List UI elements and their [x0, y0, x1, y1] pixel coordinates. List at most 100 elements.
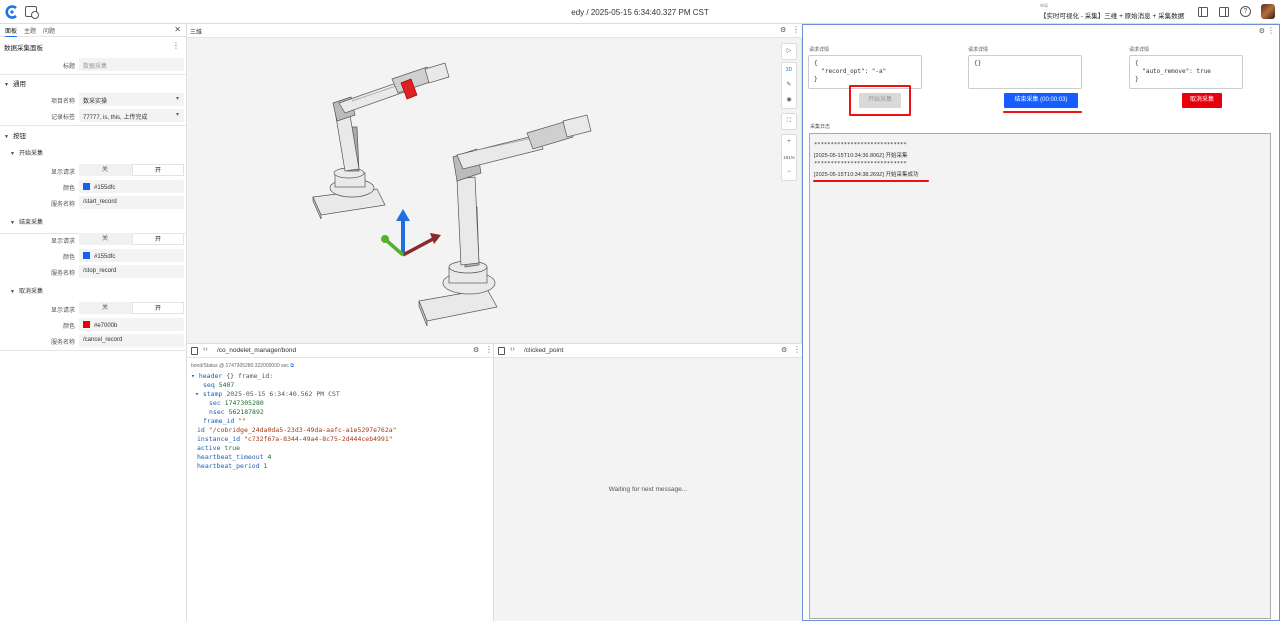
more-vertical-icon[interactable]: ⋮ [793, 345, 801, 354]
interact-tool[interactable]: ▷ [781, 43, 797, 60]
fit-view-tool[interactable]: ⛶ [781, 113, 797, 130]
chevron-down-icon: ▾ [175, 112, 179, 118]
copy-icon[interactable] [191, 347, 198, 355]
stop-request-editor[interactable]: {} [968, 55, 1082, 89]
more-vertical-icon[interactable]: ⋮ [485, 345, 493, 354]
axes-gizmo [381, 209, 441, 257]
toggle-3d-button[interactable]: 3D [782, 63, 796, 78]
project-select[interactable]: 数采实操 ▾ [79, 93, 184, 106]
chevron-down-icon[interactable]: ⌄ [1180, 9, 1186, 17]
tree-row: nsec 562187892 [209, 408, 264, 416]
show-request-toggle[interactable]: 关 开 [79, 233, 184, 245]
panel-header: ‹› /clicked_point ⚙ ⋮ [494, 344, 802, 358]
color-input[interactable]: #155dfc [79, 180, 184, 193]
title-row: 标题 数据采集 [0, 57, 187, 72]
color-row: 颜色 #155dfc [0, 248, 187, 263]
robot-arm-2 [418, 114, 592, 327]
waiting-message: Waiting for next message... [608, 486, 688, 493]
pointer-icon[interactable]: ▷ [782, 44, 796, 59]
color-swatch[interactable] [83, 321, 90, 328]
fit-view-icon[interactable]: ⛶ [782, 114, 796, 129]
show-request-row: 显示请求 关 开 [0, 301, 187, 316]
topic-input[interactable]: /co_nodelet_manager/bond [217, 347, 296, 354]
tab-topics[interactable]: 主题 [24, 26, 36, 35]
section-general[interactable]: ▼ 通用 [4, 78, 26, 88]
gear-icon[interactable]: ⚙ [781, 346, 787, 354]
request-label: 请求详情 [968, 47, 989, 53]
show-request-toggle[interactable]: 关 开 [79, 302, 184, 314]
divider [0, 350, 187, 351]
color-input[interactable]: #155dfc [79, 249, 184, 262]
group-cancel-record[interactable]: ▼ 取消采集 [10, 286, 43, 295]
layout-selector[interactable]: 【实时可视化 - 采集】三维 + 原始消息 + 采集数据 [1040, 10, 1184, 20]
record-tag-select[interactable]: 77777, is, this, 上传完成 ▾ [79, 109, 184, 122]
tree-row[interactable]: ▾ header {} frame_id: [191, 372, 397, 381]
tab-problems[interactable]: 问题 [43, 26, 55, 35]
show-request-toggle[interactable]: 关 开 [79, 164, 184, 176]
tree-row: heartbeat_timeout 4 [197, 453, 272, 461]
group-stop-record[interactable]: ▼ 结束采集 [10, 217, 43, 226]
gear-icon[interactable]: ⚙ [1259, 27, 1265, 35]
color-input[interactable]: #e7000b [79, 318, 184, 331]
view-tools: 3D ✎ ◉ [781, 62, 797, 109]
request-label: 请求详情 [1129, 47, 1150, 53]
more-vertical-icon[interactable]: ⋮ [1267, 26, 1275, 35]
log-output: **************************** [2025-05-15… [809, 133, 1271, 619]
tab-panel[interactable]: 面板 [5, 26, 18, 37]
help-icon[interactable]: ? [1240, 6, 1251, 17]
topic-input[interactable]: /clicked_point [524, 347, 563, 354]
color-row: 颜色 #e7000b [0, 317, 187, 332]
left-sidebar-toggle-icon[interactable] [1198, 7, 1208, 17]
3d-scene[interactable] [187, 39, 777, 344]
service-input[interactable]: /stop_record [79, 265, 184, 278]
more-vertical-icon[interactable]: ⋮ [172, 41, 180, 50]
collapse-icon[interactable]: ‹› [203, 346, 208, 353]
tree-row: id "/cobridge_24da0da5-23d3-49da-aafc-a1… [197, 426, 397, 434]
zoom-in-button[interactable]: + [782, 135, 796, 150]
gear-icon[interactable]: ⚙ [780, 26, 786, 34]
cancel-request-editor[interactable]: { "auto_remove": true } [1129, 55, 1243, 89]
copy-icon[interactable]: ⧉ [290, 363, 294, 369]
service-input[interactable]: /cancel_record [79, 334, 184, 347]
avatar[interactable] [1261, 4, 1275, 19]
raw-message-panel-clicked-point: ‹› /clicked_point ⚙ ⋮ Waiting for next m… [494, 344, 802, 621]
record-tag-label: 记录标签 [50, 115, 75, 121]
annotation-box [849, 85, 911, 116]
group-start-record[interactable]: ▼ 开始采集 [10, 148, 43, 157]
log-line: [2025-05-15T10:34:36.806Z] 开始采集 [814, 153, 908, 159]
collapse-icon[interactable]: ‹› [510, 346, 515, 353]
triangle-down-icon: ▼ [10, 289, 15, 295]
record-tag-row: 记录标签 77777, is, this, 上传完成 ▾ [0, 108, 187, 123]
service-input[interactable]: /start_record [79, 196, 184, 209]
color-swatch[interactable] [83, 183, 90, 190]
zoom-out-button[interactable]: − [782, 165, 796, 180]
tree-row: frame_id "" [203, 417, 247, 425]
project-row: 项目名称 数采实操 ▾ [0, 92, 187, 107]
cancel-record-button[interactable]: 取消采集 [1182, 93, 1222, 108]
zoom-tools: + 191% − [781, 134, 797, 181]
more-vertical-icon[interactable]: ⋮ [792, 25, 800, 34]
annotation-underline [813, 180, 929, 182]
section-buttons[interactable]: ▼ 按钮 [4, 130, 26, 140]
log-line: **************************** [814, 142, 907, 148]
start-request-editor[interactable]: { "record_opt": "-a" } [808, 55, 922, 89]
color-swatch[interactable] [83, 252, 90, 259]
close-icon[interactable]: ✕ [174, 25, 181, 34]
stop-record-button[interactable]: 结束采集 (00:00:03) [1004, 93, 1078, 108]
divider [0, 125, 187, 126]
tree-row[interactable]: ▾ stamp 2025-05-15 6:34:40.562 PM CST [191, 390, 397, 399]
show-request-row: 显示请求 关 开 [0, 163, 187, 178]
show-request-row: 显示请求 关 开 [0, 232, 187, 247]
title-input[interactable]: 数据采集 [79, 58, 184, 71]
gear-icon[interactable]: ⚙ [473, 346, 479, 354]
copy-icon[interactable] [498, 347, 505, 355]
right-sidebar-toggle-icon[interactable] [1219, 7, 1229, 17]
target-icon[interactable]: ◉ [782, 93, 796, 108]
request-label: 请求详情 [809, 47, 830, 53]
ruler-icon[interactable]: ✎ [782, 78, 796, 93]
tree-row: heartbeat_period 1 [197, 462, 268, 470]
3d-view-panel: 三维 ⚙ ⋮ ▷ 3D ✎ ◉ ⛶ + 191% − [187, 24, 802, 344]
divider [0, 74, 187, 75]
panel-settings-sidebar: 面板 主题 问题 ✕ 数据采集面板 ⋮ 标题 数据采集 ▼ 通用 项目名称 数采实… [0, 24, 187, 621]
tree-row: seq 5407 [203, 381, 235, 389]
